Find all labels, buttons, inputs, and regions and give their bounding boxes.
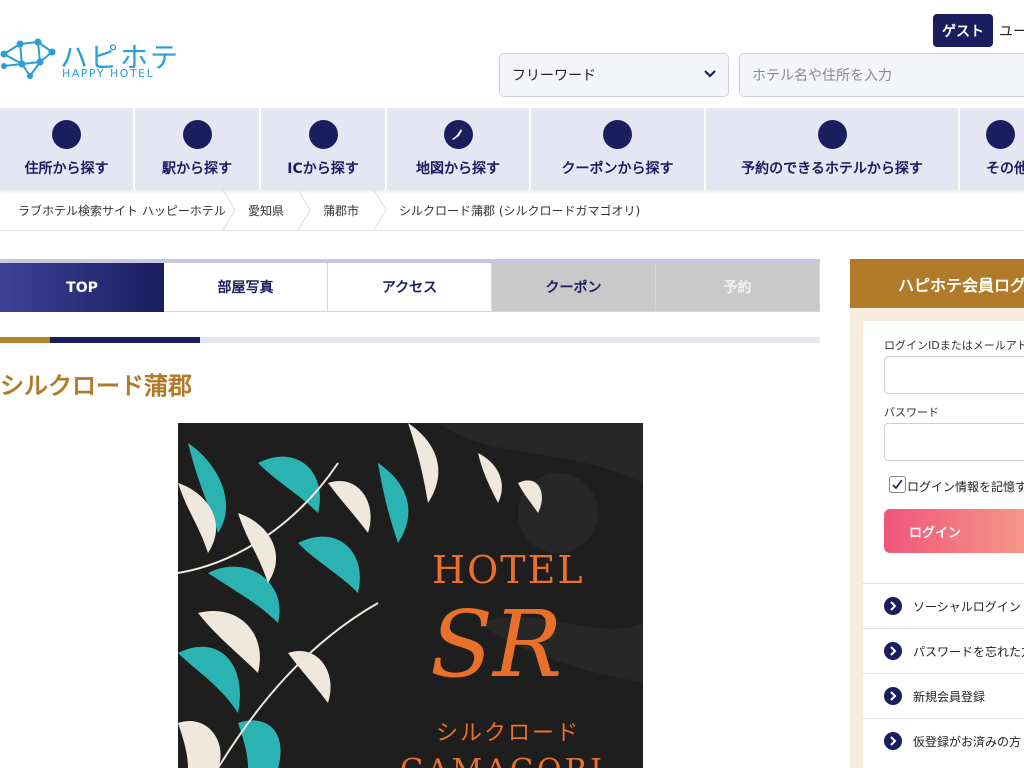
side-link-label: ソーシャルログイン [913, 600, 1021, 614]
happy-hotel-logo[interactable]: ハピホテ HAPPY HOTEL [0, 34, 180, 86]
breadcrumb: ラブホテル検索サイト ハッピーホテル 愛知県 蒲郡市 シルクロード蒲郡 (シルク… [0, 190, 1024, 231]
breadcrumb-item-prefecture[interactable]: 愛知県 [248, 202, 284, 219]
nav-item-address[interactable]: 住所から探す [0, 108, 135, 190]
provisional-registration-link[interactable]: 仮登録がお済みの方 [863, 718, 1024, 763]
login-id-label: ログインIDまたはメールアドレ [884, 339, 1024, 352]
password-label: パスワード [884, 406, 939, 419]
side-link-label: パスワードを忘れた方 [913, 645, 1024, 659]
nav-item-map[interactable]: 地図から探す [387, 108, 531, 190]
breadcrumb-separator-icon [297, 190, 311, 230]
side-link-label: 新規会員登録 [913, 690, 986, 704]
breadcrumb-item-city[interactable]: 蒲郡市 [323, 202, 359, 219]
hotel-main-image[interactable]: HOTEL SR シルクロード GAMAGORI [178, 423, 643, 768]
chevron-right-icon [884, 732, 902, 750]
nav-item-reservation[interactable]: 予約のできるホテルから探す [706, 108, 960, 190]
tab-access[interactable]: アクセス [328, 263, 492, 312]
search-input[interactable]: ホテル名や住所を入力 [739, 53, 1024, 97]
social-login-link[interactable]: ソーシャルログイン [863, 583, 1024, 628]
nav-item-label: 予約のできるホテルから探す [741, 161, 923, 177]
nav-item-label: クーポンから探す [561, 161, 674, 177]
nav-item-label: ICから探す [287, 161, 359, 177]
chevron-right-icon [884, 687, 902, 705]
divider-gold-segment [0, 337, 50, 343]
user-link[interactable]: ユー [999, 21, 1024, 41]
car-icon [308, 120, 338, 149]
nav-item-ic[interactable]: ICから探す [261, 108, 387, 190]
search-placeholder: ホテル名や住所を入力 [752, 68, 892, 84]
tab-top[interactable]: TOP [0, 263, 164, 312]
nav-item-coupon[interactable]: クーポンから探す [531, 108, 706, 190]
remember-checkbox[interactable] [889, 476, 906, 493]
login-id-field[interactable] [884, 356, 1024, 394]
login-button[interactable]: ログイン [884, 509, 1024, 553]
logo-text-en: HAPPY HOTEL [62, 67, 155, 80]
train-icon [182, 120, 212, 149]
remember-label: ログイン情報を記憶す [907, 480, 1024, 494]
calendar-icon [817, 120, 847, 149]
tab-reservation: 予約 [656, 263, 820, 312]
image-text-katakana: シルクロード [436, 721, 581, 746]
chevron-right-icon [884, 642, 902, 660]
guest-badge[interactable]: ゲスト [933, 14, 993, 47]
nav-item-label: 地図から探す [416, 161, 500, 177]
network-logo-icon [0, 38, 56, 79]
hotel-tabs: TOP 部屋写真 アクセス クーポン 予約 [0, 259, 820, 312]
checkmark-icon [892, 479, 903, 490]
section-divider [0, 337, 820, 343]
image-text-hotel: HOTEL [432, 548, 585, 592]
breadcrumb-separator-icon [222, 190, 236, 230]
search-type-value: フリーワード [512, 68, 596, 84]
nav-item-station[interactable]: 駅から探す [135, 108, 261, 190]
side-link-label: 仮登録がお済みの方 [913, 735, 1022, 749]
main-nav: 住所から探す 駅から探す ICから探す 地図から探す クーポンから探す 予約ので… [0, 108, 1024, 190]
password-field[interactable] [884, 423, 1024, 461]
pin-icon [52, 120, 81, 149]
tab-room-photos[interactable]: 部屋写真 [164, 263, 328, 312]
nav-item-label: その他 [986, 161, 1024, 177]
nav-item-other[interactable]: その他 [960, 108, 1024, 190]
login-heading: ハピホテ会員ログ [850, 259, 1024, 308]
image-text-city: GAMAGORI [400, 753, 605, 768]
chevron-right-icon [884, 597, 902, 615]
more-icon [986, 120, 1015, 149]
coupon-icon [603, 120, 632, 149]
breadcrumb-separator-icon [373, 190, 387, 230]
nav-item-label: 駅から探す [162, 161, 232, 177]
japan-map-icon [443, 120, 473, 149]
site-header: ハピホテ HAPPY HOTEL ゲスト ユー フリーワード ホテル名や住所を入… [0, 0, 1024, 108]
chevron-down-icon [704, 70, 716, 78]
nav-item-label: 住所から探す [24, 161, 109, 177]
tab-coupon[interactable]: クーポン [492, 263, 656, 312]
breadcrumb-item-home[interactable]: ラブホテル検索サイト ハッピーホテル [18, 202, 226, 219]
search-type-select[interactable]: フリーワード [499, 53, 729, 97]
breadcrumb-item-hotel: シルクロード蒲郡 (シルクロードガマゴオリ) [399, 204, 641, 218]
register-link[interactable]: 新規会員登録 [863, 673, 1024, 718]
page-title: シルクロード蒲郡 [0, 372, 192, 400]
divider-navy-segment [50, 337, 200, 343]
image-text-sr: SR [430, 591, 563, 698]
forgot-password-link[interactable]: パスワードを忘れた方 [863, 628, 1024, 673]
